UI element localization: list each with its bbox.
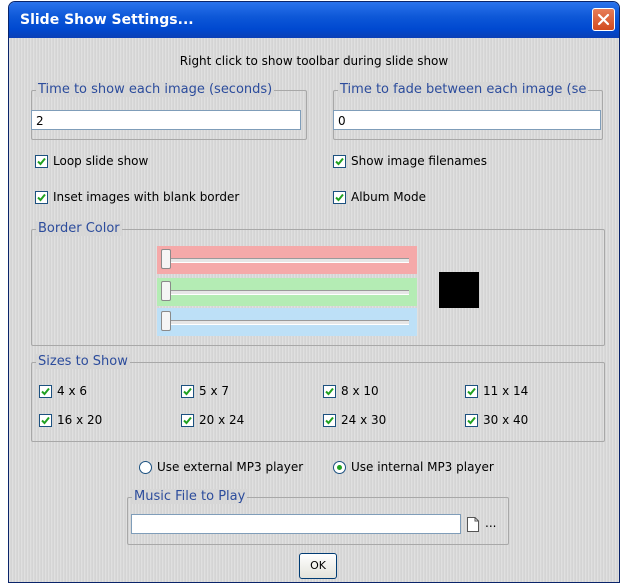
internal-player-label: Use internal MP3 player: [351, 460, 494, 474]
music-file-label: Music File to Play: [132, 489, 248, 504]
radio-circle[interactable]: [333, 460, 346, 474]
title-bar[interactable]: Slide Show Settings...: [9, 2, 619, 38]
file-icon[interactable]: [467, 517, 479, 532]
album-checkbox[interactable]: Album Mode: [333, 190, 426, 204]
checkmark-icon: [335, 157, 344, 165]
red-slider[interactable]: [157, 246, 417, 274]
sizes-label: Sizes to Show: [36, 354, 130, 369]
checkbox-box[interactable]: [39, 384, 52, 398]
size-label: 20 x 24: [199, 413, 245, 427]
size-label: 24 x 30: [341, 413, 387, 427]
blue-slider[interactable]: [157, 308, 417, 336]
browse-button[interactable]: ...: [485, 516, 496, 530]
loop-checkbox[interactable]: Loop slide show: [35, 154, 148, 168]
size-checkbox[interactable]: 20 x 24: [181, 413, 244, 427]
checkmark-icon: [37, 193, 46, 201]
checkmark-icon: [41, 416, 50, 424]
checkbox-box[interactable]: [39, 413, 52, 427]
slider-track: [165, 320, 409, 325]
checkbox-box[interactable]: [465, 413, 478, 427]
size-checkbox[interactable]: 5 x 7: [181, 384, 229, 398]
size-checkbox[interactable]: 16 x 20: [39, 413, 102, 427]
slider-thumb[interactable]: [161, 249, 171, 269]
size-label: 11 x 14: [483, 384, 529, 398]
size-checkbox[interactable]: 8 x 10: [323, 384, 379, 398]
slider-thumb[interactable]: [161, 281, 171, 301]
filenames-checkbox[interactable]: Show image filenames: [333, 154, 487, 168]
checkbox-box[interactable]: [181, 384, 194, 398]
checkbox-box[interactable]: [323, 384, 336, 398]
close-button[interactable]: [592, 8, 615, 31]
window-title: Slide Show Settings...: [20, 12, 194, 28]
checkmark-icon: [183, 387, 192, 395]
time-show-input[interactable]: 2: [31, 110, 301, 130]
internal-player-radio[interactable]: Use internal MP3 player: [333, 460, 494, 474]
green-slider[interactable]: [157, 278, 417, 306]
size-label: 30 x 40: [483, 413, 529, 427]
music-file-input[interactable]: [131, 514, 461, 534]
time-fade-input[interactable]: 0: [333, 110, 601, 130]
color-swatch[interactable]: [439, 272, 479, 308]
checkmark-icon: [325, 416, 334, 424]
filenames-label: Show image filenames: [351, 154, 487, 168]
radio-circle[interactable]: [139, 460, 152, 474]
external-player-radio[interactable]: Use external MP3 player: [139, 460, 303, 474]
checkmark-icon: [467, 387, 476, 395]
loop-label: Loop slide show: [53, 154, 149, 168]
inset-checkbox[interactable]: Inset images with blank border: [35, 190, 239, 204]
sizes-group: Sizes to Show: [31, 354, 605, 442]
checkbox-box[interactable]: [333, 154, 346, 168]
checkmark-icon: [325, 387, 334, 395]
checkmark-icon: [183, 416, 192, 424]
checkbox-box[interactable]: [333, 190, 346, 204]
size-checkbox[interactable]: 11 x 14: [465, 384, 528, 398]
slider-track: [165, 290, 409, 295]
size-checkbox[interactable]: 30 x 40: [465, 413, 528, 427]
size-label: 8 x 10: [341, 384, 379, 398]
inset-label: Inset images with blank border: [53, 190, 240, 204]
time-fade-label: Time to fade between each image (se: [338, 82, 589, 97]
size-label: 16 x 20: [57, 413, 103, 427]
checkbox-box[interactable]: [465, 384, 478, 398]
slider-thumb[interactable]: [161, 311, 171, 331]
slide-show-settings-dialog: Slide Show Settings... Right click to sh…: [8, 1, 620, 583]
checkbox-box[interactable]: [181, 413, 194, 427]
checkmark-icon: [37, 157, 46, 165]
checkbox-box[interactable]: [323, 413, 336, 427]
toolbar-hint: Right click to show toolbar during slide…: [179, 54, 449, 68]
border-color-label: Border Color: [36, 221, 122, 236]
size-checkbox[interactable]: 4 x 6: [39, 384, 87, 398]
size-checkbox[interactable]: 24 x 30: [323, 413, 386, 427]
ok-button[interactable]: OK: [299, 553, 337, 579]
size-label: 4 x 6: [57, 384, 87, 398]
external-player-label: Use external MP3 player: [157, 460, 304, 474]
slider-track: [165, 258, 409, 263]
size-label: 5 x 7: [199, 384, 229, 398]
checkmark-icon: [41, 387, 50, 395]
checkbox-box[interactable]: [35, 154, 48, 168]
checkbox-box[interactable]: [35, 190, 48, 204]
checkmark-icon: [335, 193, 344, 201]
time-show-label: Time to show each image (seconds): [36, 82, 275, 97]
checkmark-icon: [467, 416, 476, 424]
album-label: Album Mode: [351, 190, 426, 204]
close-icon: [597, 13, 610, 26]
